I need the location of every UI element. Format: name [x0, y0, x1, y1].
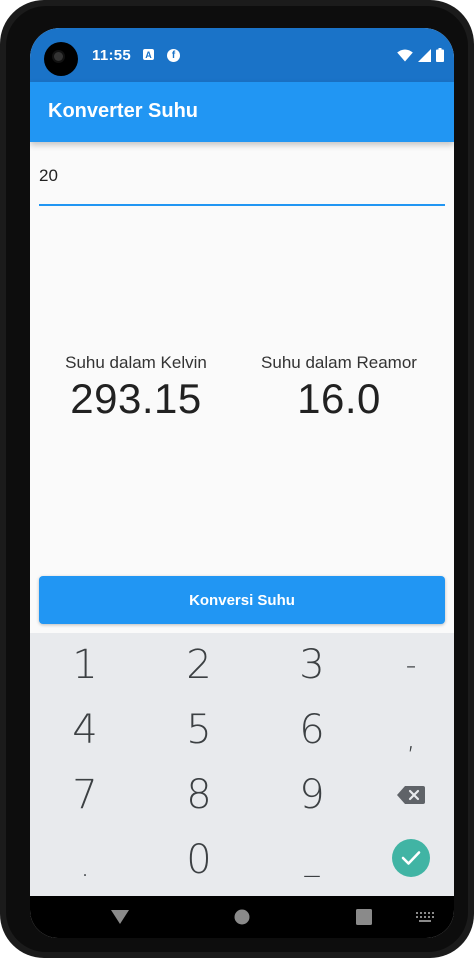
convert-button[interactable]: Konversi Suhu: [39, 576, 445, 624]
kelvin-label: Suhu dalam Kelvin: [65, 353, 207, 372]
phone-frame: 11:55 A f Konverter Suhu 20 Suhu dalam K…: [0, 0, 474, 958]
key-4[interactable]: 4: [35, 700, 135, 760]
key-7[interactable]: 7: [35, 765, 135, 825]
app-title: Konverter Suhu: [48, 100, 199, 122]
temperature-input[interactable]: 20: [39, 158, 445, 206]
reamor-label: Suhu dalam Reamor: [261, 353, 417, 372]
battery-icon: [436, 48, 444, 62]
temperature-input-value[interactable]: 20: [39, 166, 58, 186]
status-right-icons: [397, 48, 444, 62]
key-6[interactable]: 6: [262, 700, 362, 760]
kelvin-result: Suhu dalam Kelvin 293.15: [36, 353, 236, 423]
reamor-value: 16.0: [297, 375, 381, 422]
key-5[interactable]: 5: [149, 700, 249, 760]
key-1[interactable]: 1: [35, 635, 135, 695]
status-time: 11:55: [92, 47, 132, 64]
key-8[interactable]: 8: [149, 765, 249, 825]
screen: 11:55 A f Konverter Suhu 20 Suhu dalam K…: [30, 28, 454, 938]
reamor-result: Suhu dalam Reamor 16.0: [239, 353, 439, 423]
backspace-key[interactable]: [361, 765, 454, 825]
front-camera: [44, 42, 78, 76]
keyboard-switch-icon[interactable]: [416, 912, 434, 923]
key-2[interactable]: 2: [149, 635, 249, 695]
recents-square-icon[interactable]: [356, 909, 372, 925]
home-circle-icon[interactable]: [234, 909, 250, 925]
f-notification-icon: f: [167, 49, 180, 62]
key-comma[interactable]: ,: [361, 708, 454, 768]
signal-icon: [418, 48, 431, 62]
key-underscore[interactable]: _: [262, 830, 362, 890]
app-bar: Konverter Suhu: [30, 82, 454, 142]
key-9[interactable]: 9: [262, 765, 362, 825]
kelvin-value: 293.15: [70, 375, 202, 422]
key-0[interactable]: 0: [149, 830, 249, 890]
wifi-icon: [397, 49, 413, 61]
key-3[interactable]: 3: [262, 635, 362, 695]
back-triangle-icon[interactable]: [111, 910, 129, 925]
done-check-icon: [401, 851, 421, 865]
done-key[interactable]: [392, 839, 430, 877]
key-dot[interactable]: .: [35, 836, 135, 896]
navigation-bar: [30, 896, 454, 938]
a-notification-icon: A: [143, 49, 154, 60]
numeric-keyboard: 1 2 3 - 4 5 6 , 7 8 9 . 0 _: [30, 633, 454, 896]
key-minus[interactable]: -: [361, 635, 454, 695]
backspace-icon: [397, 786, 425, 804]
phone-bezel: 11:55 A f Konverter Suhu 20 Suhu dalam K…: [6, 6, 468, 952]
status-bar: 11:55 A f: [30, 28, 454, 82]
